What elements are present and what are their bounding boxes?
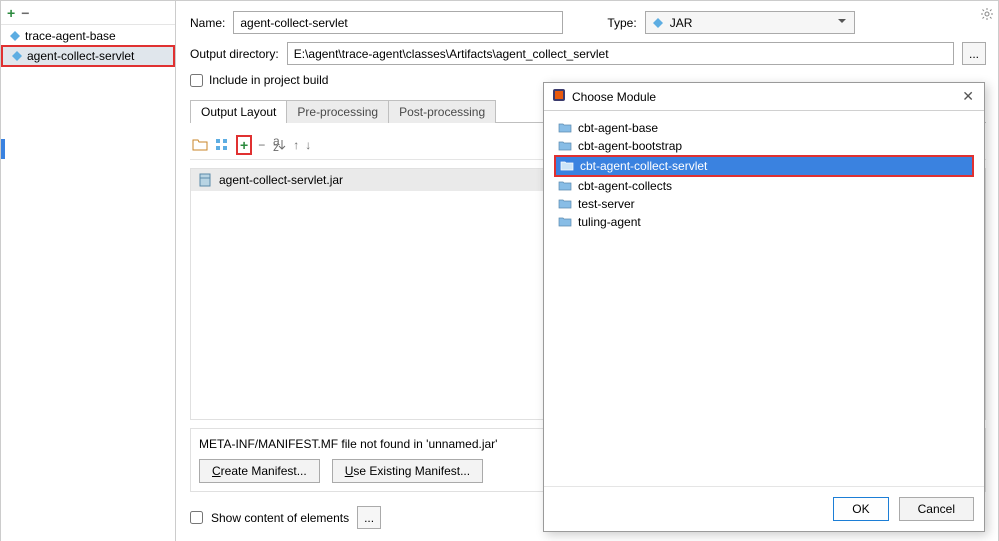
add-content-icon[interactable]: + [240, 137, 248, 153]
module-label: tuling-agent [578, 215, 641, 229]
archive-icon [197, 172, 213, 188]
selection-indicator [1, 139, 5, 159]
module-label: test-server [578, 197, 635, 211]
module-item[interactable]: cbt-agent-base [554, 119, 974, 137]
artifact-icon [9, 30, 21, 42]
module-item[interactable]: cbt-agent-bootstrap [554, 137, 974, 155]
tree-item-label: agent-collect-servlet [27, 49, 134, 63]
sidebar-toolbar: + − [1, 1, 175, 25]
use-manifest-button[interactable]: UUse Existing Manifest...se Existing Man… [332, 459, 483, 483]
choose-module-dialog: Choose Module ✕ cbt-agent-base cbt-agent… [543, 82, 985, 532]
type-combo-value: JAR [670, 16, 693, 30]
name-input[interactable] [233, 11, 563, 34]
type-combo[interactable]: JAR [645, 11, 855, 34]
show-content-label: Show content of elements [211, 511, 349, 525]
arrow-up-icon[interactable]: ↑ [293, 138, 299, 152]
ok-button[interactable]: OK [833, 497, 888, 521]
dialog-title: Choose Module [572, 90, 962, 104]
grid-icon[interactable] [214, 137, 230, 153]
show-content-browse[interactable]: ... [357, 506, 381, 529]
module-label: cbt-agent-bootstrap [578, 139, 682, 153]
output-dir-row: Output directory: ... [190, 42, 986, 65]
artifact-tree: trace-agent-base agent-collect-servlet [1, 25, 175, 69]
remove-content-icon[interactable]: − [258, 138, 265, 152]
cancel-button[interactable]: Cancel [899, 497, 974, 521]
module-label: cbt-agent-collect-servlet [580, 159, 707, 173]
tab-label: Pre-processing [297, 105, 378, 119]
jar-icon [652, 17, 664, 29]
tab-output-layout[interactable]: Output Layout [190, 100, 287, 123]
tab-pre-processing[interactable]: Pre-processing [286, 100, 389, 123]
button-label: Cancel [918, 502, 955, 516]
remove-icon[interactable]: − [21, 5, 29, 21]
dialog-footer: OK Cancel [544, 486, 984, 531]
module-label: cbt-agent-collects [578, 179, 672, 193]
add-icon[interactable]: + [7, 5, 15, 21]
module-item[interactable]: cbt-agent-collects [554, 177, 974, 195]
module-item[interactable]: test-server [554, 195, 974, 213]
button-label: OK [852, 502, 869, 516]
module-folder-icon [558, 140, 572, 152]
tree-item-agent-collect-servlet[interactable]: agent-collect-servlet [1, 45, 175, 67]
sort-icon[interactable]: az [271, 137, 287, 153]
tab-label: Output Layout [201, 105, 276, 119]
tree-item-trace-agent-base[interactable]: trace-agent-base [1, 27, 175, 45]
arrow-down-icon[interactable]: ↓ [305, 138, 311, 152]
layout-item-label: agent-collect-servlet.jar [219, 173, 343, 187]
tree-item-label: trace-agent-base [25, 29, 116, 43]
tab-post-processing[interactable]: Post-processing [388, 100, 496, 123]
module-list[interactable]: cbt-agent-base cbt-agent-bootstrap cbt-a… [544, 111, 984, 486]
module-label: cbt-agent-base [578, 121, 658, 135]
show-content-checkbox[interactable] [190, 511, 203, 524]
module-folder-icon [558, 198, 572, 210]
create-manifest-button[interactable]: CCreate Manifest...reate Manifest... [199, 459, 320, 483]
app-icon [552, 88, 566, 105]
folder-icon[interactable] [192, 137, 208, 153]
add-content-highlight: + [236, 135, 252, 155]
type-label: Type: [607, 16, 636, 30]
module-item-selected[interactable]: cbt-agent-collect-servlet [554, 155, 974, 177]
module-folder-icon [558, 216, 572, 228]
include-build-label: Include in project build [209, 73, 328, 87]
module-folder-icon [558, 122, 572, 134]
browse-button[interactable]: ... [962, 42, 986, 65]
include-build-checkbox[interactable] [190, 74, 203, 87]
tab-label: Post-processing [399, 105, 485, 119]
dialog-titlebar: Choose Module ✕ [544, 83, 984, 111]
module-item[interactable]: tuling-agent [554, 213, 974, 231]
artifact-icon [11, 50, 23, 62]
name-type-row: Name: Type: JAR [190, 11, 986, 34]
module-folder-icon [558, 180, 572, 192]
module-folder-icon [560, 160, 574, 172]
svg-text:z: z [273, 140, 279, 153]
artifacts-sidebar: + − trace-agent-base agent-collect-servl… [1, 1, 176, 541]
name-label: Name: [190, 16, 225, 30]
close-icon[interactable]: ✕ [962, 88, 974, 105]
output-dir-input[interactable] [287, 42, 954, 65]
gear-icon[interactable] [980, 7, 994, 24]
output-dir-label: Output directory: [190, 47, 279, 61]
